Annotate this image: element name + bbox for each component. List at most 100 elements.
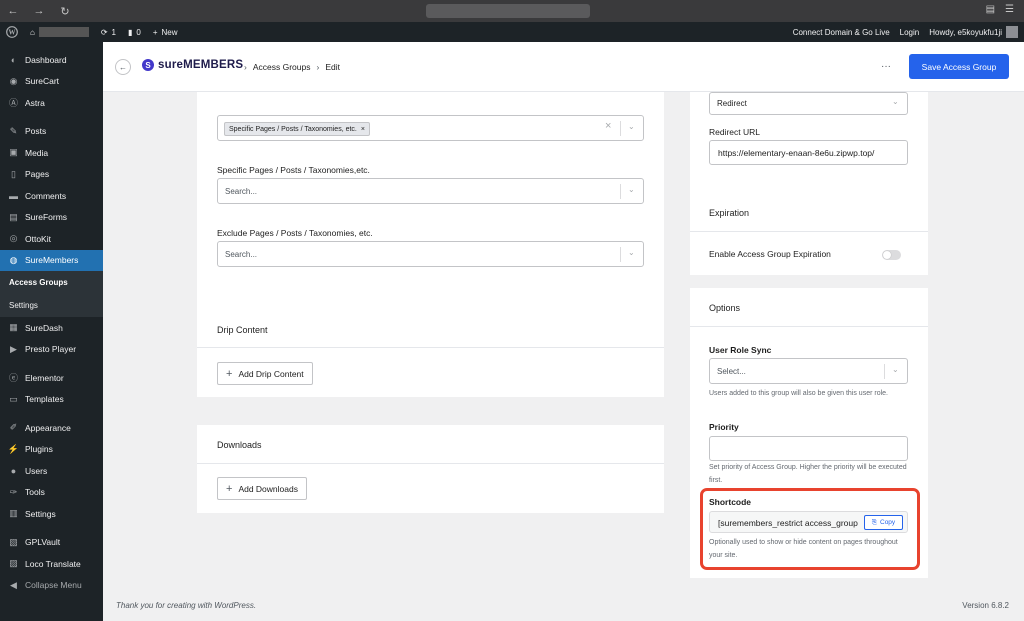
chip-remove-icon[interactable]: ×: [361, 126, 365, 133]
priority-help: Set priority of Access Group. Higher the…: [709, 464, 907, 484]
updates-link[interactable]: ⟳ 1: [95, 28, 122, 37]
sidebar-item-label: SureForms: [25, 212, 68, 223]
connect-domain-link[interactable]: Connect Domain & Go Live: [793, 28, 890, 37]
back-arrow-icon[interactable]: ←: [0, 5, 26, 17]
settings-icon: ▥: [9, 508, 18, 519]
back-button[interactable]: ←: [115, 59, 131, 75]
search-placeholder: Search...: [225, 250, 258, 259]
sidebar-item-suremembers[interactable]: ◍ SureMembers: [0, 249, 103, 271]
sidebar-item-templates[interactable]: ▭ Templates: [0, 389, 103, 411]
sidebar-item-plugins[interactable]: ⚡ Plugins: [0, 439, 103, 461]
sidebar-item-label: Appearance: [25, 422, 71, 433]
add-drip-content-button[interactable]: + Add Drip Content: [217, 362, 313, 385]
new-label: New: [161, 27, 178, 37]
sidebar-item-suredash[interactable]: ▦ SureDash: [0, 317, 103, 339]
chevron-down-icon[interactable]: ⌄: [628, 122, 635, 131]
redirect-url-label: Redirect URL: [709, 127, 761, 137]
more-options-button[interactable]: ···: [881, 61, 891, 72]
breadcrumb-access-groups[interactable]: Access Groups: [253, 62, 311, 72]
home-icon: ⌂: [30, 27, 35, 37]
dashboard-icon: ◐: [10, 54, 17, 65]
redirect-select[interactable]: Redirect ⌄: [709, 92, 908, 115]
sidebar-item-ottokit[interactable]: ◎ OttoKit: [0, 228, 103, 250]
reload-icon[interactable]: ↻: [52, 5, 78, 18]
role-sync-select[interactable]: Select... ⌄: [709, 358, 908, 384]
menu-icon[interactable]: ☰: [1005, 4, 1014, 15]
suremembers-header: ← S sureMEMBERS › Access Groups › Edit ·…: [103, 42, 1024, 92]
wp-admin-bar: W ⌂ ⟳ 1 ▮ 0 + New Connect Domain & Go Li…: [0, 22, 1024, 42]
elementor-icon: ⓔ: [8, 373, 18, 384]
browser-toolbar: ← → ↻ ▤ ☰: [0, 0, 1024, 22]
breadcrumb: › Access Groups › Edit: [244, 62, 340, 72]
site-home[interactable]: ⌂: [24, 27, 95, 37]
howdy-menu[interactable]: Howdy, e5koyukfu1ji: [929, 26, 1018, 38]
forward-arrow-icon[interactable]: →: [26, 5, 52, 17]
sidebar-item-users[interactable]: ● Users: [0, 460, 103, 482]
sidebar-item-label: Astra: [25, 97, 45, 108]
footer-thanks: Thank you for creating with WordPress.: [116, 601, 257, 610]
submenu-access-groups[interactable]: Access Groups: [0, 271, 103, 294]
role-sync-label: User Role Sync: [709, 345, 772, 355]
add-downloads-button[interactable]: + Add Downloads: [217, 477, 307, 500]
wordpress-logo-icon[interactable]: W: [0, 26, 24, 38]
chevron-right-icon: ›: [244, 62, 247, 72]
chevron-down-icon[interactable]: ⌄: [628, 185, 635, 194]
sidebar-item-astra[interactable]: Ⓐ Astra: [0, 92, 103, 114]
sidebar-item-label: Posts: [25, 126, 47, 137]
content-type-select[interactable]: Specific Pages / Posts / Taxonomies, etc…: [217, 115, 644, 141]
svg-text:W: W: [9, 29, 16, 37]
sidebar-item-gplvault[interactable]: ▧ GPLVault: [0, 532, 103, 554]
comment-bubble-icon: ▮: [128, 27, 133, 37]
sidebar-item-settings[interactable]: ▥ Settings: [0, 503, 103, 525]
collapse-icon: ◀: [10, 579, 17, 590]
arrow-left-icon: ←: [119, 62, 127, 72]
sidebar-item-label: SureDash: [25, 322, 63, 333]
reader-icon[interactable]: ▤: [986, 4, 995, 15]
expiration-toggle[interactable]: [882, 250, 901, 260]
specific-pages-search[interactable]: Search... ⌄: [217, 178, 644, 204]
new-content-link[interactable]: + New: [147, 28, 184, 37]
chevron-down-icon[interactable]: ⌄: [628, 248, 635, 257]
address-bar[interactable]: [426, 4, 590, 18]
sidebar-item-loco-translate[interactable]: ▨ Loco Translate: [0, 553, 103, 575]
sidebar-item-comments[interactable]: ▬ Comments: [0, 185, 103, 207]
avatar: [1006, 26, 1018, 38]
sidebar-item-posts[interactable]: ✎ Posts: [0, 121, 103, 143]
footer-version: Version 6.8.2: [962, 601, 1009, 610]
sidebar-item-label: Media: [25, 147, 49, 158]
suremembers-submenu: Access Groups Settings: [0, 271, 103, 317]
clear-icon[interactable]: ×: [605, 120, 611, 132]
plus-icon: +: [152, 27, 158, 37]
comments-link[interactable]: ▮ 0: [122, 28, 147, 37]
sidebar-item-media[interactable]: ▣ Media: [0, 142, 103, 164]
sidebar-item-elementor[interactable]: ⓔ Elementor: [0, 367, 103, 389]
submenu-settings[interactable]: Settings: [0, 294, 103, 317]
sidebar-item-tools[interactable]: ✑ Tools: [0, 482, 103, 504]
ottokit-icon: ◎: [9, 233, 18, 244]
sidebar-item-label: Elementor: [25, 372, 64, 383]
sidebar-item-label: Dashboard: [25, 54, 67, 65]
main-content: Specific Pages / Posts / Taxonomies, etc…: [103, 42, 1024, 621]
sidebar-item-pages[interactable]: ▯ Pages: [0, 164, 103, 186]
save-access-group-button[interactable]: Save Access Group: [909, 54, 1009, 79]
chip-label: Specific Pages / Posts / Taxonomies, etc…: [229, 125, 357, 133]
sidebar-item-dashboard[interactable]: ◐ Dashboard: [0, 49, 103, 71]
page-icon: ▯: [11, 168, 16, 179]
sidebar-item-sureforms[interactable]: ▤ SureForms: [0, 207, 103, 229]
sidebar-item-presto-player[interactable]: ▶ Presto Player: [0, 339, 103, 361]
exclude-pages-search[interactable]: Search... ⌄: [217, 241, 644, 267]
specific-pages-label: Specific Pages / Posts / Taxonomies,etc.: [217, 165, 370, 175]
sidebar-item-surecart[interactable]: ◉ SureCart: [0, 71, 103, 93]
site-name-redacted: [38, 27, 89, 37]
priority-input[interactable]: [709, 436, 908, 461]
comments-count: 0: [136, 27, 141, 37]
sidebar-collapse-menu[interactable]: ◀ Collapse Menu: [0, 575, 103, 597]
button-label: Add Downloads: [238, 483, 298, 494]
button-label: Add Drip Content: [238, 368, 304, 379]
redirect-url-input[interactable]: https://elementary-enaan-8e6u.zipwp.top/: [709, 140, 908, 165]
expiration-toggle-label: Enable Access Group Expiration: [709, 249, 831, 259]
sidebar-item-label: Comments: [25, 190, 67, 201]
sidebar-item-appearance[interactable]: ✐ Appearance: [0, 417, 103, 439]
role-sync-help: Users added to this group will also be g…: [709, 390, 888, 397]
login-link[interactable]: Login: [900, 28, 920, 37]
